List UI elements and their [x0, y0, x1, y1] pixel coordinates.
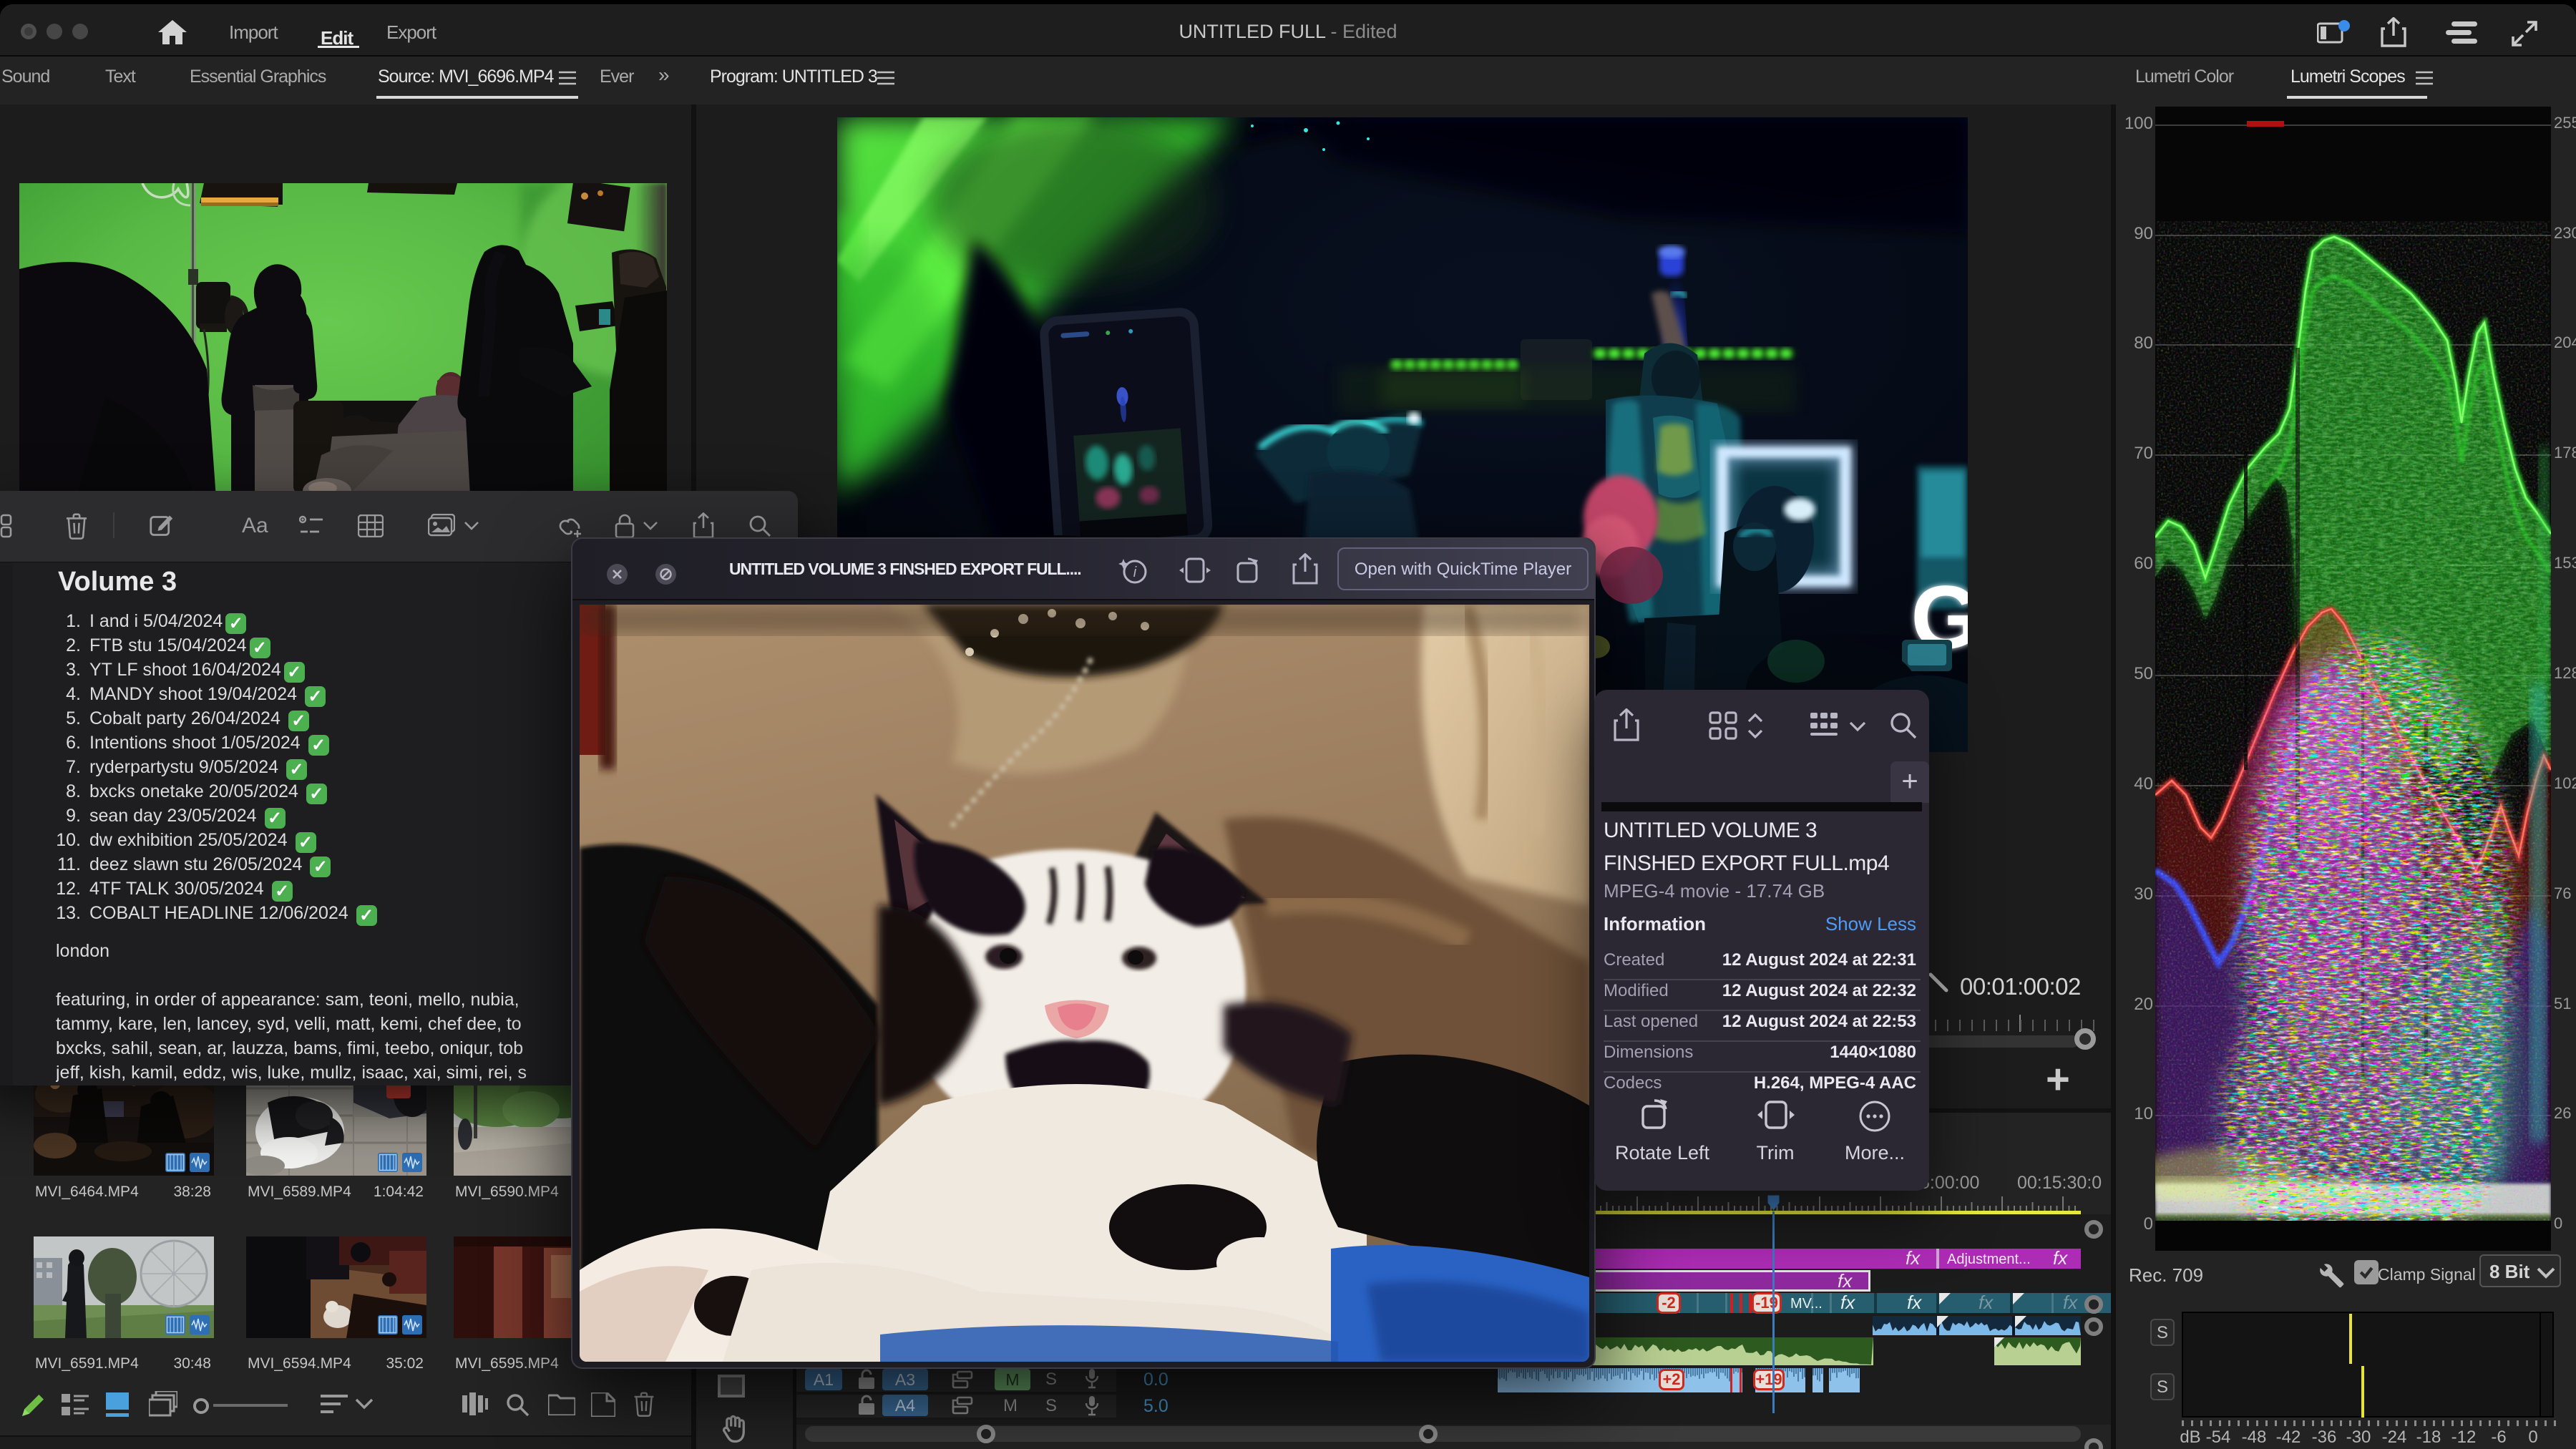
svg-text:i: i: [1133, 565, 1137, 580]
